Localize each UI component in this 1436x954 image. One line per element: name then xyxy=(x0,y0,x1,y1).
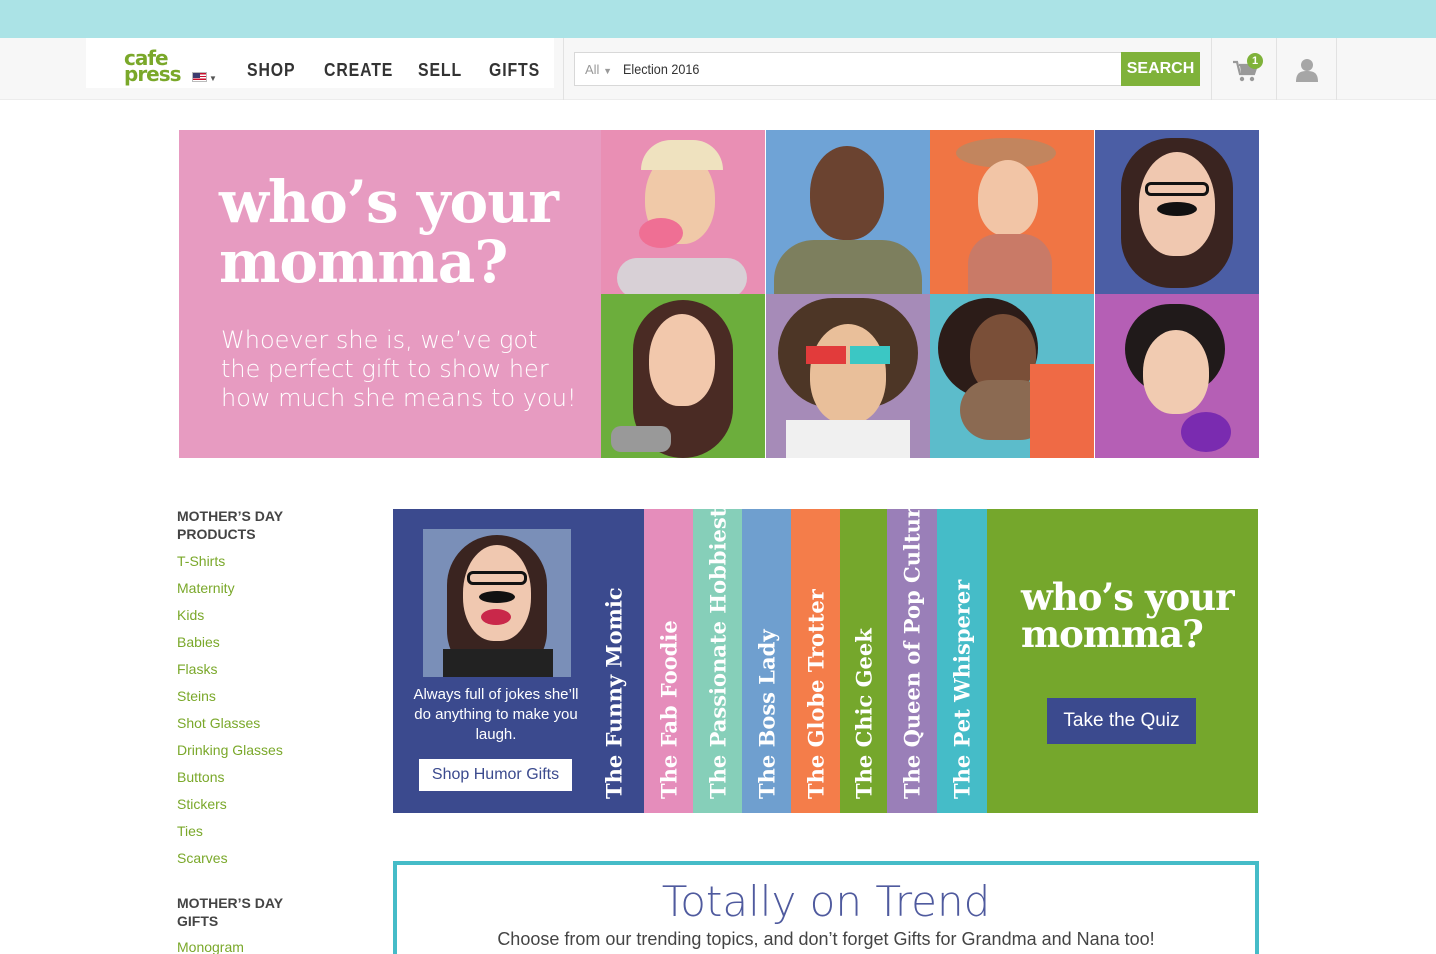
sidebar-link-monogram[interactable]: Monogram xyxy=(177,939,244,954)
persona-tab-funny-momic[interactable]: The Funny Momic xyxy=(584,509,644,813)
quiz-panel: who’s your momma? Take the Quiz xyxy=(987,509,1258,813)
divider xyxy=(1336,38,1337,100)
sidebar-link-steins[interactable]: Steins xyxy=(177,688,216,704)
nav-sell[interactable]: SELL xyxy=(418,60,462,81)
search-scope-label: All xyxy=(585,62,600,77)
persona-photo xyxy=(423,529,571,677)
logo-text-press: press xyxy=(124,62,182,86)
persona-tab-label: The Globe Trotter xyxy=(803,589,828,799)
sidebar-link-scarves[interactable]: Scarves xyxy=(177,850,228,866)
trend-title: Totally on Trend xyxy=(661,877,991,926)
sidebar-link-t-shirts[interactable]: T-Shirts xyxy=(177,553,225,569)
nav-gifts[interactable]: GIFTS xyxy=(489,60,540,81)
sidebar-heading-products: MOTHER’S DAY PRODUCTS xyxy=(177,507,283,543)
user-icon[interactable] xyxy=(1296,58,1318,82)
persona-tab-pet-whisperer[interactable]: The Pet Whisperer xyxy=(937,509,987,813)
hero-subtitle: Whoever she is, we’ve got the perfect gi… xyxy=(221,326,577,412)
persona-description: Always full of jokes she’ll do anything … xyxy=(413,686,579,743)
sidebar-link-ties[interactable]: Ties xyxy=(177,823,203,839)
chevron-down-icon: ▼ xyxy=(603,66,612,76)
persona-tab-label: The Boss Lady xyxy=(754,629,779,799)
us-flag-icon[interactable] xyxy=(192,72,207,82)
search-button[interactable]: SEARCH xyxy=(1121,52,1200,86)
nav-create[interactable]: CREATE xyxy=(324,60,393,81)
hero-photo-donut xyxy=(601,130,765,294)
hero-title-line1: who’s your xyxy=(219,168,559,236)
divider xyxy=(1276,38,1277,100)
persona-quiz-banner: Always full of jokes she’ll do anything … xyxy=(393,494,1258,813)
hero-banner[interactable]: who’s your momma? Whoever she is, we’ve … xyxy=(179,130,1259,458)
persona-tab-label: The Queen of Pop Culture xyxy=(899,493,925,799)
sidebar-link-buttons[interactable]: Buttons xyxy=(177,769,224,785)
quiz-title: who’s your momma? xyxy=(1021,575,1235,656)
quiz-title-line1: who’s your xyxy=(1021,575,1235,619)
persona-tab-queen-of-pop-culture[interactable]: The Queen of Pop Culture xyxy=(887,494,937,813)
hero-photo-dog xyxy=(930,294,1094,458)
persona-tab-label: The Fab Foodie xyxy=(656,620,681,799)
persona-tab-globe-trotter[interactable]: The Globe Trotter xyxy=(791,509,840,813)
sidebar-link-babies[interactable]: Babies xyxy=(177,634,220,650)
shop-humor-gifts-button[interactable]: Shop Humor Gifts xyxy=(419,759,572,791)
persona-tab-chic-geek[interactable]: The Chic Geek xyxy=(840,509,887,813)
hero-photo-knitter xyxy=(1095,294,1259,458)
sidebar-link-kids[interactable]: Kids xyxy=(177,607,204,623)
sidebar-link-stickers[interactable]: Stickers xyxy=(177,796,227,812)
search-input[interactable]: All ▼ Election 2016 xyxy=(574,52,1122,86)
nav-shop[interactable]: SHOP xyxy=(247,60,295,81)
sidebar-link-drinking-glasses[interactable]: Drinking Glasses xyxy=(177,742,283,758)
hero-text-panel: who’s your momma? Whoever she is, we’ve … xyxy=(179,130,601,458)
sidebar-heading-line: PRODUCTS xyxy=(177,526,256,542)
persona-tab-fab-foodie[interactable]: The Fab Foodie xyxy=(644,509,693,813)
hero-photo-gamer xyxy=(601,294,765,458)
hero-title: who’s your momma? xyxy=(219,168,559,296)
sidebar-link-maternity[interactable]: Maternity xyxy=(177,580,235,596)
search-scope-select[interactable]: All ▼ xyxy=(585,62,612,77)
divider xyxy=(1211,38,1212,100)
hero-photo-3d-glasses xyxy=(766,294,930,458)
sidebar-heading-line: GIFTS xyxy=(177,913,219,929)
persona-tab-label: The Passionate Hobbiest xyxy=(705,507,730,799)
top-promo-strip xyxy=(0,0,1436,38)
hero-photo-traveler xyxy=(930,130,1094,294)
quiz-title-line2: momma? xyxy=(1021,612,1204,656)
sidebar-heading-line: MOTHER’S DAY xyxy=(177,508,284,524)
cart-count-badge: 1 xyxy=(1247,53,1263,69)
take-the-quiz-button[interactable]: Take the Quiz xyxy=(1047,698,1196,744)
sidebar-heading-line: MOTHER’S DAY xyxy=(177,895,284,911)
hero-photo-mustache xyxy=(1095,130,1259,294)
hero-photo-soldier xyxy=(766,130,930,294)
divider xyxy=(563,38,564,100)
persona-tab-label: The Pet Whisperer xyxy=(949,579,975,799)
sidebar-link-shot-glasses[interactable]: Shot Glasses xyxy=(177,715,260,731)
search-query-text[interactable]: Election 2016 xyxy=(623,61,699,77)
persona-tab-boss-lady[interactable]: The Boss Lady xyxy=(742,509,791,813)
trend-subtitle: Choose from our trending topics, and don… xyxy=(497,929,1155,949)
sidebar-heading-gifts: MOTHER’S DAY GIFTS xyxy=(177,894,283,930)
trend-section: Totally on Trend Choose from our trendin… xyxy=(393,861,1259,954)
persona-tab-passionate-hobbiest[interactable]: The Passionate Hobbiest xyxy=(693,507,742,813)
cafepress-logo[interactable]: cafe press xyxy=(124,48,188,90)
persona-tab-label: The Funny Momic xyxy=(601,587,627,799)
hero-title-line2: momma? xyxy=(219,228,508,296)
chevron-down-icon[interactable]: ▼ xyxy=(209,74,217,83)
sidebar-link-flasks[interactable]: Flasks xyxy=(177,661,217,677)
header-navbar: cafe press ▼ SHOP CREATE SELL GIFTS All … xyxy=(0,38,1436,100)
persona-tab-label: The Chic Geek xyxy=(851,628,876,799)
